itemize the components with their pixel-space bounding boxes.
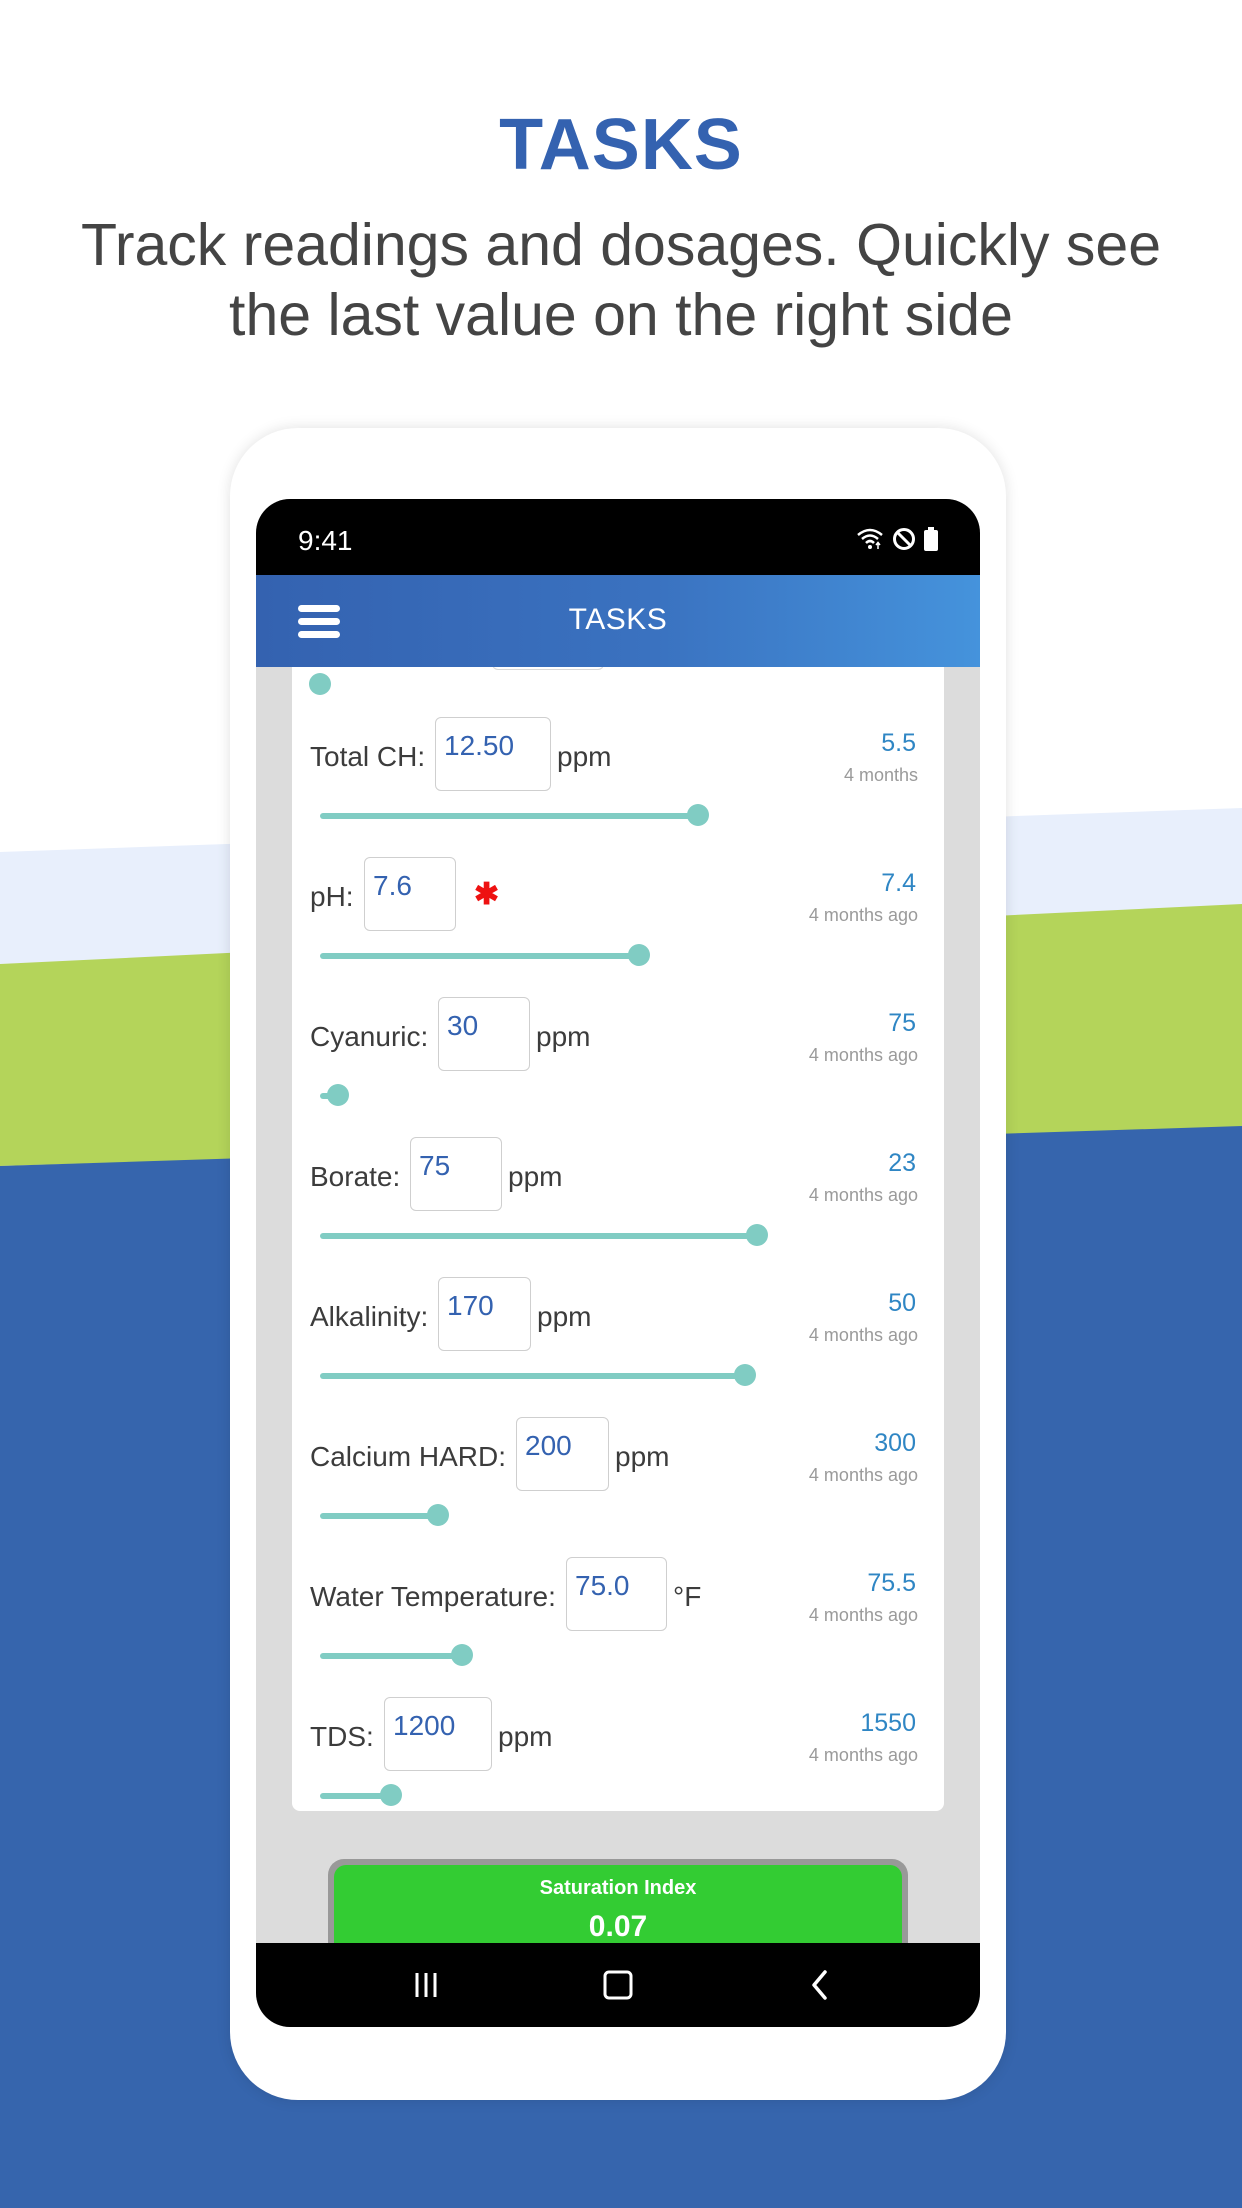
last-value-time: 4 months xyxy=(843,765,918,785)
saturation-index-value: 0.07 xyxy=(588,1910,648,1943)
do-not-disturb-icon xyxy=(893,528,915,550)
phone-screen: 9:41 TASKS Total CH: 12.50 ppm 5.5 4 mon… xyxy=(256,499,980,2027)
reading-row: Borate: 75 ppm 23 4 months ago xyxy=(292,1137,944,1277)
home-icon[interactable] xyxy=(588,1963,648,2007)
app-title: TASKS xyxy=(568,603,668,636)
reading-slider[interactable] xyxy=(320,1644,910,1668)
reading-slider[interactable] xyxy=(320,1784,910,1808)
reading-slider[interactable] xyxy=(320,1224,910,1248)
last-value: 75.5 xyxy=(867,1569,916,1597)
slider-fill xyxy=(320,1373,745,1379)
slider-thumb[interactable] xyxy=(427,1504,449,1526)
reading-slider[interactable] xyxy=(320,1504,910,1528)
partial-reading-slider[interactable] xyxy=(309,673,910,697)
slider-thumb[interactable] xyxy=(686,804,709,826)
reading-label: Water Temperature: xyxy=(310,1581,556,1612)
reading-label: Alkalinity: xyxy=(310,1301,429,1332)
status-icons xyxy=(856,527,938,551)
reading-label: TDS: xyxy=(310,1721,374,1752)
reading-value-input[interactable]: 170 xyxy=(438,1277,531,1351)
reading-row: TDS: 1200 ppm 1550 4 months ago xyxy=(292,1697,944,1811)
last-value: 75 xyxy=(888,1009,916,1037)
last-value-time: 4 months ago xyxy=(808,1325,918,1345)
last-value: 300 xyxy=(874,1429,916,1457)
required-asterisk-icon: ✱ xyxy=(474,878,500,911)
reading-unit: ppm xyxy=(536,1021,591,1052)
reading-value-input[interactable]: 75.0 xyxy=(566,1557,667,1631)
navigation-bar xyxy=(256,1943,980,2027)
last-value: 5.5 xyxy=(881,729,916,757)
slider-fill xyxy=(320,1513,438,1519)
reading-label: Total CH: xyxy=(310,741,426,772)
reading-unit: ppm xyxy=(498,1721,553,1752)
reading-slider[interactable] xyxy=(320,1084,910,1108)
last-value-time: 4 months ago xyxy=(808,1465,918,1485)
slider-fill xyxy=(320,953,639,959)
slider-fill xyxy=(320,1653,462,1659)
hero-title: TASKS xyxy=(499,105,743,185)
partial-reading-input[interactable] xyxy=(492,667,604,670)
slider-thumb[interactable] xyxy=(309,673,331,695)
reading-label: Borate: xyxy=(310,1161,401,1192)
reading-unit: ppm xyxy=(508,1161,563,1192)
last-value-time: 4 months ago xyxy=(808,1745,918,1765)
reading-row: Water Temperature: 75.0 °F 75.5 4 months ago xyxy=(292,1557,944,1697)
slider-fill xyxy=(320,813,698,819)
app-bar: TASKS xyxy=(256,575,980,667)
reading-value-input[interactable]: 1200 xyxy=(384,1697,492,1771)
slider-thumb[interactable] xyxy=(450,1644,473,1666)
last-value: 23 xyxy=(888,1149,916,1177)
reading-slider[interactable] xyxy=(320,944,910,968)
last-value-time: 4 months ago xyxy=(808,1045,918,1065)
reading-value-input[interactable]: 75 xyxy=(410,1137,502,1211)
reading-unit: ppm xyxy=(615,1441,670,1472)
reading-unit: °F xyxy=(673,1581,702,1612)
reading-label: Cyanuric: xyxy=(310,1021,429,1052)
readings-card: Total CH: 12.50 ppm 5.5 4 months pH: 7.6 ✱ 7.4 4 … xyxy=(292,667,944,1811)
status-time: 9:41 xyxy=(298,525,353,556)
last-value: 50 xyxy=(888,1289,916,1317)
saturation-index-title: Saturation Index xyxy=(539,1877,697,1899)
reading-label: Calcium HARD: xyxy=(310,1441,507,1472)
reading-label: pH: xyxy=(310,881,354,912)
back-icon[interactable] xyxy=(790,1963,850,2007)
wifi-icon xyxy=(857,528,883,549)
reading-row: Cyanuric: 30 ppm 75 4 months ago xyxy=(292,997,944,1137)
slider-thumb[interactable] xyxy=(379,1784,402,1806)
reading-unit: ppm xyxy=(537,1301,592,1332)
reading-unit: ppm xyxy=(557,741,612,772)
reading-value-input[interactable]: 12.50 xyxy=(435,717,551,791)
reading-slider[interactable] xyxy=(320,804,910,828)
slider-thumb[interactable] xyxy=(745,1224,768,1246)
battery-icon xyxy=(924,527,938,551)
last-value-time: 4 months ago xyxy=(808,1605,918,1625)
slider-thumb[interactable] xyxy=(326,1084,349,1106)
reading-row: Total CH: 12.50 ppm 5.5 4 months xyxy=(292,717,944,857)
recent-apps-icon[interactable] xyxy=(396,1963,456,2007)
reading-slider[interactable] xyxy=(320,1364,910,1388)
last-value-time: 4 months ago xyxy=(808,905,918,925)
reading-value-input[interactable]: 7.6 xyxy=(364,857,456,931)
reading-row: Calcium HARD: 200 ppm 300 4 months ago xyxy=(292,1417,944,1557)
hero-subtitle: Track readings and dosages. Quickly see … xyxy=(80,212,1162,348)
reading-row: Alkalinity: 170 ppm 50 4 months ago xyxy=(292,1277,944,1417)
last-value-time: 4 months ago xyxy=(808,1185,918,1205)
last-value: 7.4 xyxy=(881,869,916,897)
last-value: 1550 xyxy=(860,1709,916,1737)
slider-thumb[interactable] xyxy=(733,1364,756,1386)
reading-row: pH: 7.6 ✱ 7.4 4 months ago xyxy=(292,857,944,997)
slider-fill xyxy=(320,1233,757,1239)
status-bar: 9:41 xyxy=(256,499,980,575)
reading-value-input[interactable]: 30 xyxy=(438,997,530,1071)
reading-value-input[interactable]: 200 xyxy=(516,1417,609,1491)
slider-thumb[interactable] xyxy=(627,944,650,966)
